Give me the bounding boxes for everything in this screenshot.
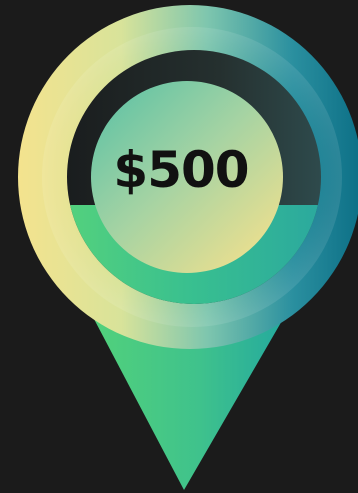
map-pin-icon [18,5,358,490]
pin-graphic: $500 [0,0,358,493]
amount-label: $500 [113,141,249,199]
